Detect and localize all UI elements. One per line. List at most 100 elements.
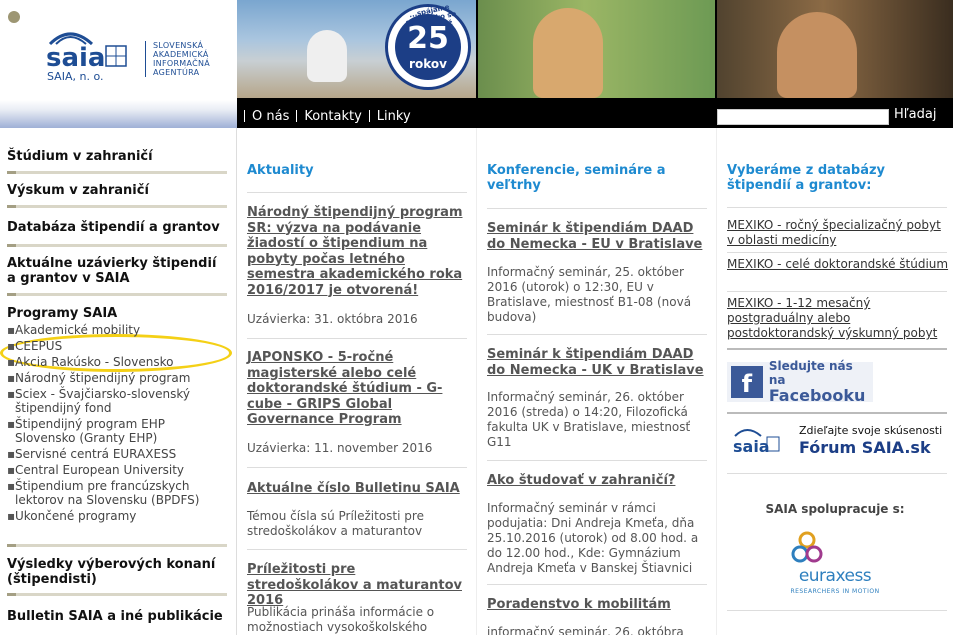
divider — [727, 291, 947, 292]
nav-separator — [296, 110, 298, 122]
conference-title[interactable]: Seminár k štipendiám DAAD do Nemecka - E… — [487, 221, 709, 252]
sidebar-item-studium[interactable]: Štúdium v zahraničí — [7, 149, 227, 164]
divider — [247, 549, 467, 550]
news-text: Uzávierka: 31. októbra 2016 — [247, 312, 418, 326]
bullet-icon: ▪ — [7, 355, 16, 369]
database-link[interactable]: MEXIKO - celé doktorandské štúdium — [727, 257, 949, 272]
program-label: Akcia Rakúsko - Slovensko — [15, 355, 174, 369]
news-title[interactable]: Národný štipendijný program SR: výzva na… — [247, 205, 469, 298]
logo-description: SLOVENSKÁ AKADEMICKÁ INFORMAČNÁ AGENTÚRA — [145, 41, 210, 77]
bullet-icon: ▪ — [7, 339, 16, 353]
euraxess-wordmark: euraxess — [798, 566, 872, 586]
search-button[interactable]: Hľadaj — [894, 107, 936, 122]
bullet-icon: ▪ — [7, 323, 16, 337]
conference-title[interactable]: Ako študovať v zahraničí? — [487, 473, 709, 489]
program-item[interactable]: ▪ Ukončené programy — [7, 509, 227, 523]
news-text: Publikácia prináša informácie o možnosti… — [247, 605, 435, 634]
forum-title: Fórum SAIA.sk — [799, 438, 931, 457]
program-item[interactable]: ▪ CEEPUS — [7, 339, 227, 353]
divider — [247, 192, 467, 193]
sidebar-divider — [7, 293, 227, 296]
forum-badge[interactable]: saia Zdieľajte svoje skúsenosti Fórum SA… — [727, 420, 947, 460]
nav-link-o-nas[interactable]: O nás — [252, 109, 289, 124]
header: saia SAIA, n. o. SLOVENSKÁ AKADEMICKÁ IN… — [0, 0, 953, 128]
program-item[interactable]: ▪ Akcia Rakúsko - Slovensko — [7, 355, 227, 369]
logo-subtitle: SAIA, n. o. — [47, 70, 104, 83]
divider — [487, 584, 707, 585]
saia-logo-mark: saia — [46, 32, 127, 72]
divider — [487, 208, 707, 209]
program-item[interactable]: ▪ Central European University — [7, 463, 227, 477]
database-link[interactable]: MEXIKO - 1-12 mesačný postgraduálny aleb… — [727, 296, 949, 341]
facebook-text: Sledujte nás na Facebooku — [769, 359, 873, 405]
sidebar-item-uzavierky[interactable]: Aktuálne uzávierky štipendií a grantov v… — [7, 256, 227, 286]
news-title[interactable]: JAPONSKO - 5-ročné magisterské alebo cel… — [247, 350, 469, 428]
news-column: Aktuality Národný štipendijný program SR… — [237, 128, 477, 635]
divider — [727, 610, 947, 611]
program-item[interactable]: ▪ Servisné centrá EURAXESS — [7, 447, 227, 461]
sidebar: Štúdium v zahraničí Výskum v zahraničí D… — [0, 128, 237, 635]
news-title[interactable]: Aktuálne číslo Bulletinu SAIA — [247, 481, 469, 497]
seal-number: 25 — [407, 21, 449, 56]
sidebar-item-vysledky[interactable]: Výsledky výberových konaní (štipendisti) — [7, 557, 227, 587]
divider — [727, 207, 947, 208]
divider — [727, 348, 947, 350]
program-item[interactable]: ▪ Štipendijný program EHP Slovensko (Gran… — [7, 417, 227, 445]
bullet-icon: ▪ — [7, 387, 16, 401]
sidebar-item-bulletin[interactable]: Bulletin SAIA a iné publikácie — [7, 609, 227, 624]
nav-separator — [368, 110, 370, 122]
bullet-icon: ▪ — [7, 479, 16, 493]
nav-link-linky[interactable]: Linky — [377, 109, 411, 124]
news-title[interactable]: Príležitosti pre stredoškolákov a matura… — [247, 562, 469, 609]
program-label: Central European University — [15, 463, 185, 477]
logo-desc-line: AKADEMICKÁ — [153, 50, 209, 59]
seal-center: 25 rokov — [395, 14, 461, 80]
cooperation-label: SAIA spolupracuje s: — [765, 502, 905, 516]
search-input[interactable] — [717, 109, 889, 125]
reader-image — [777, 12, 857, 98]
programs-title: Programy SAIA — [7, 306, 118, 321]
program-label: Servisné centrá EURAXESS — [15, 447, 177, 461]
program-label: Štipendijný program EHP Slovensko (Grant… — [15, 417, 165, 445]
sidebar-divider — [7, 593, 227, 596]
saia-forum-logo: saia — [733, 429, 780, 456]
person-laptop-image — [307, 30, 347, 82]
page: saia SAIA, n. o. SLOVENSKÁ AKADEMICKÁ IN… — [0, 0, 953, 635]
divider — [727, 473, 947, 474]
divider — [247, 338, 467, 339]
divider — [727, 412, 947, 414]
sidebar-divider — [7, 244, 227, 247]
sidebar-divider — [7, 544, 227, 547]
conference-column: Konferencie, semináre a veľtrhy Seminár … — [477, 128, 717, 635]
main-content: Aktuality Národný štipendijný program SR… — [237, 128, 953, 635]
banner: ...spájame Slovensko so svetom už 25 rok… — [237, 0, 953, 98]
program-item[interactable]: ▪ Štipendium pre francúzskych lektorov na… — [7, 479, 227, 507]
conference-title[interactable]: Seminár k štipendiám DAAD do Nemecka - U… — [487, 347, 709, 378]
top-nav: O nás Kontakty Linky — [237, 104, 411, 128]
program-item[interactable]: ▪ Národný štipendijný program — [7, 371, 227, 385]
database-link[interactable]: MEXIKO - ročný špecializačný pobyt v obl… — [727, 218, 949, 248]
conference-title[interactable]: Poradenstvo k mobilitám — [487, 597, 709, 613]
bullet-icon: ▪ — [7, 371, 16, 385]
divider — [487, 460, 707, 461]
program-item[interactable]: ▪ Akademické mobility — [7, 323, 227, 337]
news-text: Uzávierka: 11. november 2016 — [247, 441, 433, 455]
conference-text: Informačný seminár, 25. október 2016 (ut… — [487, 265, 692, 324]
nav-link-kontakty[interactable]: Kontakty — [304, 109, 361, 124]
bullet-icon: ▪ — [7, 447, 16, 461]
sidebar-item-vyskum[interactable]: Výskum v zahraničí — [7, 183, 227, 198]
program-item[interactable]: ▪ Sciex - Švajčiarsko-slovenský štipendij… — [7, 387, 227, 415]
sidebar-divider — [7, 171, 227, 174]
facebook-badge[interactable]: f Sledujte nás na Facebooku — [727, 359, 873, 405]
saia-logo[interactable]: saia SAIA, n. o. SLOVENSKÁ AKADEMICKÁ IN… — [0, 0, 237, 128]
conference-text: Informačný seminár v rámci podujatia: Dn… — [487, 501, 699, 575]
conference-heading: Konferencie, semináre a veľtrhy — [487, 163, 666, 193]
sidebar-divider — [7, 205, 227, 208]
divider — [727, 252, 947, 253]
seal-label: rokov — [409, 57, 447, 71]
sidebar-item-databaza[interactable]: Databáza štipendií a grantov — [7, 220, 227, 235]
conference-text: informačný seminár, 26. októbra — [487, 625, 684, 635]
facebook-line: Facebooku — [768, 386, 866, 405]
banner-photo-beach: ...spájame Slovensko so svetom už 25 rok… — [237, 0, 476, 98]
euraxess-tagline: RESEARCHERS IN MOTION — [790, 588, 880, 595]
